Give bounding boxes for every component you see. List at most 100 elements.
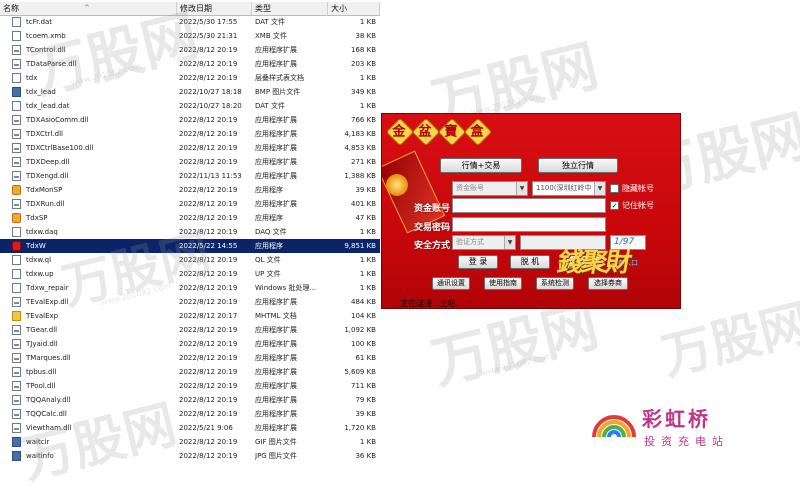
file-name: TdxMonSP bbox=[26, 186, 63, 194]
file-size: 1 KB bbox=[359, 270, 376, 278]
file-row[interactable]: TQQAnaly.dll 2022/8/12 20:19 应用程序扩展 79 KB bbox=[0, 393, 380, 407]
file-row[interactable]: TDXDeep.dll 2022/8/12 20:19 应用程序扩展 271 KB bbox=[0, 155, 380, 169]
file-type: 应用程序扩展 bbox=[255, 130, 297, 138]
file-type: QL 文件 bbox=[255, 256, 281, 264]
column-header-type[interactable]: 类型 bbox=[252, 2, 328, 15]
file-size: 9,851 KB bbox=[344, 242, 376, 250]
dll-icon bbox=[12, 381, 21, 391]
remember-account-checkbox[interactable]: ✓ bbox=[610, 201, 619, 210]
auth-method-value: 验证方式 bbox=[456, 238, 484, 246]
file-row[interactable]: TControl.dll 2022/8/12 20:19 应用程序扩展 168 KB bbox=[0, 43, 380, 57]
file-row[interactable]: tcFr.dat 2022/5/30 17:55 DAT 文件 1 KB bbox=[0, 15, 380, 29]
app-icon bbox=[12, 241, 21, 251]
file-size: 39 KB bbox=[355, 186, 376, 194]
file-row[interactable]: tpbus.dll 2022/8/12 20:19 应用程序扩展 5,609 KB bbox=[0, 365, 380, 379]
dll-icon bbox=[12, 395, 21, 405]
file-icon bbox=[12, 255, 21, 265]
file-date: 2022/8/12 20:19 bbox=[179, 270, 238, 278]
password-input[interactable] bbox=[452, 217, 606, 232]
login-button[interactable]: 登 录 bbox=[458, 255, 498, 269]
file-name: TDataParse.dll bbox=[26, 60, 77, 68]
column-header-row: 名称 ^ 修改日期 类型 大小 bbox=[0, 2, 380, 16]
file-row[interactable]: TDXCtrlBase100.dll 2022/8/12 20:19 应用程序扩展 4… bbox=[0, 141, 380, 155]
file-size: 203 KB bbox=[351, 60, 376, 68]
file-name: tcoem.xmb bbox=[26, 32, 66, 40]
file-row[interactable]: tdx_lead 2022/10/27 18:18 BMP 图片文件 349 KB bbox=[0, 85, 380, 99]
column-header-date[interactable]: 修改日期 bbox=[177, 2, 252, 15]
dll-icon bbox=[12, 409, 21, 419]
file-type: 应用程序扩展 bbox=[255, 326, 297, 334]
file-type: XMB 文件 bbox=[255, 32, 287, 40]
file-row[interactable]: Tdxw_repair 2022/8/12 20:19 Windows 批处理...… bbox=[0, 281, 380, 295]
file-row[interactable]: waitinfo 2022/8/12 20:19 JPG 图片文件 36 KB bbox=[0, 449, 380, 463]
file-row[interactable]: tdxw.daq 2022/8/12 20:19 DAQ 文件 1 KB bbox=[0, 225, 380, 239]
file-row[interactable]: tdx_lead.dat 2022/10/27 18:20 DAT 文件 1 KB bbox=[0, 99, 380, 113]
file-row[interactable]: TDataParse.dll 2022/8/12 20:19 应用程序扩展 203 K… bbox=[0, 57, 380, 71]
file-icon bbox=[12, 283, 21, 293]
file-type: DAT 文件 bbox=[255, 102, 286, 110]
file-type: UP 文件 bbox=[255, 270, 281, 278]
file-type: 应用程序扩展 bbox=[255, 368, 297, 376]
file-row[interactable]: waitcir 2022/8/12 20:19 GIF 图片文件 1 KB bbox=[0, 435, 380, 449]
file-size: 1,092 KB bbox=[344, 326, 376, 334]
file-row[interactable]: tdxw.up 2022/8/12 20:19 UP 文件 1 KB bbox=[0, 267, 380, 281]
file-row[interactable]: TQQCalc.dll 2022/8/12 20:19 应用程序扩展 39 KB bbox=[0, 407, 380, 421]
file-size: 271 KB bbox=[351, 158, 376, 166]
dll-icon bbox=[12, 59, 21, 69]
file-row[interactable]: tcoem.xmb 2022/5/30 21:31 XMB 文件 38 KB bbox=[0, 29, 380, 43]
file-name: TdxW bbox=[26, 242, 46, 250]
column-header-size[interactable]: 大小 bbox=[328, 2, 380, 15]
network-settings-button[interactable]: 通讯设置 bbox=[432, 277, 470, 290]
file-type: 应用程序扩展 bbox=[255, 200, 297, 208]
auth-method-select[interactable]: 验证方式 ▼ bbox=[452, 235, 516, 250]
file-row[interactable]: TdxW 2022/5/22 14:55 应用程序 9,851 KB bbox=[0, 239, 380, 253]
file-date: 2022/5/30 21:31 bbox=[179, 32, 238, 40]
hide-account-checkbox[interactable] bbox=[610, 184, 619, 193]
file-row[interactable]: tdx 2022/8/12 20:19 层叠样式表文档 1 KB bbox=[0, 71, 380, 85]
file-row[interactable]: tdxw.ql 2022/8/12 20:19 QL 文件 1 KB bbox=[0, 253, 380, 267]
file-row[interactable]: TdxSP 2022/8/12 20:19 应用程序 47 KB bbox=[0, 211, 380, 225]
file-row[interactable]: TdxMonSP 2022/8/12 20:19 应用程序 39 KB bbox=[0, 183, 380, 197]
column-size-label: 大小 bbox=[331, 4, 347, 13]
file-row[interactable]: TDXCtrl.dll 2022/8/12 20:19 应用程序扩展 4,183 KB bbox=[0, 127, 380, 141]
file-row[interactable]: TDXAsioComm.dll 2022/8/12 20:19 应用程序扩展 766 … bbox=[0, 113, 380, 127]
file-date: 2022/8/12 20:19 bbox=[179, 60, 238, 68]
file-row[interactable]: TEvalExp 2022/8/12 20:17 MHTML 文档 104 KB bbox=[0, 309, 380, 323]
file-row[interactable]: TGear.dll 2022/8/12 20:19 应用程序扩展 1,092 KB bbox=[0, 323, 380, 337]
file-date: 2022/8/12 20:19 bbox=[179, 200, 238, 208]
file-date: 2022/10/27 18:20 bbox=[179, 102, 242, 110]
file-type: 应用程序扩展 bbox=[255, 46, 297, 54]
file-row[interactable]: TDXengd.dll 2022/11/13 11:53 应用程序扩展 1,388 K… bbox=[0, 169, 380, 183]
server-select[interactable]: 1100(深圳红岭中 ▼ bbox=[532, 181, 606, 196]
file-row[interactable]: Viewtham.dll 2022/5/21 9:06 应用程序扩展 1,720 KB bbox=[0, 421, 380, 435]
account-input[interactable] bbox=[452, 198, 606, 213]
exe-icon bbox=[12, 185, 21, 195]
file-date: 2022/8/12 20:19 bbox=[179, 214, 238, 222]
file-size: 766 KB bbox=[351, 116, 376, 124]
file-row[interactable]: TDXRun.dll 2022/8/12 20:19 应用程序扩展 401 KB bbox=[0, 197, 380, 211]
file-type: GIF 图片文件 bbox=[255, 438, 297, 446]
file-name: TDXCtrl.dll bbox=[26, 130, 63, 138]
file-type: 应用程序扩展 bbox=[255, 298, 297, 306]
file-row[interactable]: TJyaid.dll 2022/8/12 20:19 应用程序扩展 100 KB bbox=[0, 337, 380, 351]
dll-icon bbox=[12, 129, 21, 139]
column-header-name[interactable]: 名称 ^ bbox=[0, 2, 177, 15]
file-name: waitcir bbox=[26, 438, 50, 446]
dll-icon bbox=[12, 423, 21, 433]
user-guide-button[interactable]: 使用指南 bbox=[484, 277, 522, 290]
exe-icon bbox=[12, 213, 21, 223]
quote-only-mode-button[interactable]: 独立行情 bbox=[538, 158, 618, 173]
file-size: 484 KB bbox=[351, 298, 376, 306]
file-date: 2022/8/12 20:19 bbox=[179, 368, 238, 376]
file-type: 应用程序扩展 bbox=[255, 340, 297, 348]
account-type-select[interactable]: 资金账号 ▼ bbox=[452, 181, 528, 196]
file-row[interactable]: TMarques.dll 2022/8/12 20:19 应用程序扩展 61 KB bbox=[0, 351, 380, 365]
file-row[interactable]: TEvalExp.dll 2022/8/12 20:19 应用程序扩展 484 KB bbox=[0, 295, 380, 309]
file-icon bbox=[12, 227, 21, 237]
quote-trade-mode-button[interactable]: 行情+交易 bbox=[440, 158, 522, 173]
file-row[interactable]: TPool.dll 2022/8/12 20:19 应用程序扩展 711 KB bbox=[0, 379, 380, 393]
file-size: 1 KB bbox=[359, 284, 376, 292]
file-name: TdxSP bbox=[26, 214, 48, 222]
offline-button[interactable]: 脱 机 bbox=[510, 255, 550, 269]
account-label: 资金账号 bbox=[414, 204, 451, 214]
